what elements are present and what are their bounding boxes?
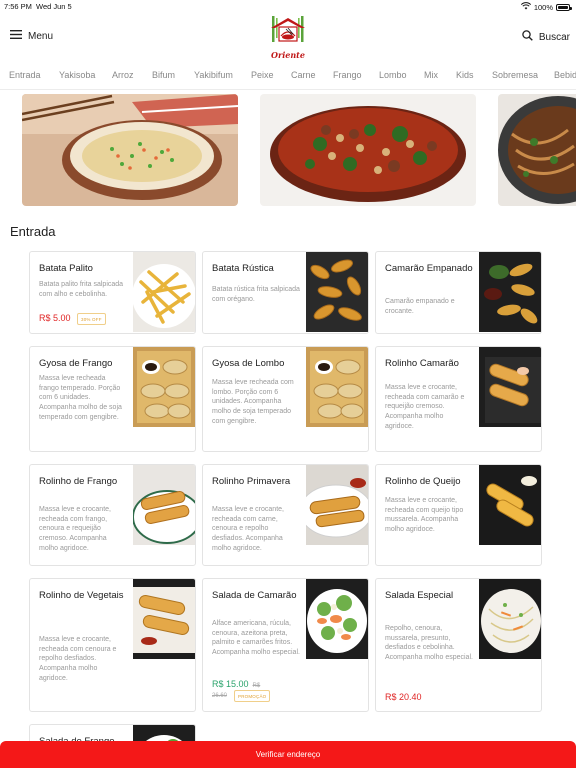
banner-stir-fry[interactable]	[260, 94, 476, 206]
battery-percent: 100%	[533, 2, 553, 12]
wifi-icon	[520, 2, 531, 12]
product-image	[306, 579, 368, 659]
old-price-value: 26.60	[212, 693, 228, 699]
product-card-rolinho-queijo[interactable]: Rolinho de Queijo Massa leve e crocante,…	[375, 464, 542, 566]
product-card-rolinho-vegetais[interactable]: Rolinho de Vegetais Massa leve e crocant…	[29, 578, 196, 712]
tab-bebidas[interactable]: Bebidas	[554, 70, 576, 80]
product-description: Batata rústica frita salpicada com oréga…	[212, 286, 300, 303]
product-name: Batata Rústica	[212, 263, 274, 274]
product-name: Rolinho de Queijo	[385, 476, 461, 487]
tab-frango[interactable]: Frango	[333, 70, 362, 80]
product-image	[479, 579, 541, 659]
product-name: Salada de Camarão	[212, 590, 297, 601]
product-name: Rolinho de Vegetais	[39, 590, 124, 601]
product-name: Camarão Empanado	[385, 263, 473, 274]
product-image	[306, 465, 368, 545]
product-image	[133, 252, 195, 332]
promo-price: R$ 15.00	[212, 679, 249, 689]
product-description: Camarão empanado e crocante.	[385, 298, 455, 315]
product-description: Alface americana, rúcula, cenoura, azeit…	[212, 620, 300, 656]
app-header: Menu Oriente Buscar	[0, 12, 576, 64]
tab-peixe[interactable]: Peixe	[251, 70, 274, 80]
product-name: Rolinho Primavera	[212, 476, 291, 487]
product-image	[479, 347, 541, 427]
battery-icon	[556, 3, 572, 11]
tab-arroz[interactable]: Arroz	[112, 70, 134, 80]
tab-lombo[interactable]: Lombo	[379, 70, 407, 80]
promo-badge: PROMOÇÃO	[234, 690, 271, 702]
product-description: Massa leve recheada frango temperado. Po…	[39, 375, 122, 421]
product-price: R$ 5.00	[39, 313, 71, 323]
product-description: Massa leve e crocante, recheada com cama…	[385, 384, 465, 430]
menu-button[interactable]: Menu	[10, 30, 53, 42]
tab-yakisoba[interactable]: Yakisoba	[59, 70, 95, 80]
product-card-batata-palito[interactable]: Batata Palito Batata palito frita salpic…	[29, 251, 196, 334]
search-label: Buscar	[538, 31, 570, 43]
product-image	[133, 579, 195, 659]
tabs-divider	[0, 89, 576, 90]
tab-yakibifum[interactable]: Yakibifum	[194, 70, 233, 80]
product-name: Gyosa de Frango	[39, 358, 113, 369]
status-bar: 7:56 PM Wed Jun 5 100%	[0, 0, 576, 12]
tab-mix[interactable]: Mix	[424, 70, 438, 80]
product-image	[479, 252, 541, 332]
tab-bifum[interactable]: Bifum	[152, 70, 175, 80]
product-image	[133, 347, 195, 427]
product-card-gyosa-lombo[interactable]: Gyosa de Lombo Massa leve recheada com l…	[202, 346, 369, 452]
banner-fried-rice[interactable]	[22, 94, 238, 206]
product-description: Massa leve e crocante, recheada com ceno…	[39, 636, 117, 682]
product-card-salada-camarao[interactable]: Salada de Camarão Alface americana, rúcu…	[202, 578, 369, 712]
product-image	[479, 465, 541, 545]
section-title: Entrada	[10, 224, 56, 239]
product-card-salada-especial[interactable]: Salada Especial Repolho, cenoura, mussar…	[375, 578, 542, 712]
tab-carne[interactable]: Carne	[291, 70, 316, 80]
banner-noodles[interactable]	[498, 94, 576, 206]
status-time: 7:56 PM	[4, 2, 32, 11]
product-card-rolinho-primavera[interactable]: Rolinho Primavera Massa leve e crocante,…	[202, 464, 369, 566]
product-card-camarao-empanado[interactable]: Camarão Empanado Camarão empanado e croc…	[375, 251, 542, 334]
product-image	[133, 465, 195, 545]
discount-badge: 30% OFF	[77, 313, 106, 325]
product-description: Massa leve e crocante, recheada com quei…	[385, 497, 464, 533]
product-name: Rolinho de Frango	[39, 476, 118, 487]
restaurant-logo[interactable]: Oriente	[268, 14, 308, 62]
hamburger-icon	[10, 30, 22, 42]
product-description: Massa leve e crocante, recheada com carn…	[212, 506, 284, 552]
status-date: Wed Jun 5	[36, 2, 72, 11]
verify-address-button[interactable]: Verificar endereço	[0, 741, 576, 768]
product-name: Batata Palito	[39, 263, 93, 274]
old-price-currency: R$	[252, 683, 261, 689]
product-price: R$ 15.00 R$	[212, 679, 260, 689]
product-image	[306, 252, 368, 332]
product-description: Repolho, cenoura, mussarela, presunto, d…	[385, 625, 473, 661]
product-name: Gyosa de Lombo	[212, 358, 285, 369]
logo-text: Oriente	[271, 50, 305, 60]
tab-sobremesa[interactable]: Sobremesa	[492, 70, 538, 80]
product-card-rolinho-frango[interactable]: Rolinho de Frango Massa leve e crocante,…	[29, 464, 196, 566]
tab-kids[interactable]: Kids	[456, 70, 474, 80]
product-description: Batata palito frita salpicada com alho e…	[39, 281, 124, 298]
tab-entrada[interactable]: Entrada	[9, 70, 41, 80]
product-card-gyosa-frango[interactable]: Gyosa de Frango Massa leve recheada fran…	[29, 346, 196, 452]
product-card-rolinho-camarao[interactable]: Rolinho Camarão Massa leve e crocante, r…	[375, 346, 542, 452]
product-price: R$ 20.40	[385, 692, 422, 702]
product-card-batata-rustica[interactable]: Batata Rústica Batata rústica frita salp…	[202, 251, 369, 334]
product-description: Massa leve recheada com lombo. Porção co…	[212, 379, 294, 425]
search-button[interactable]: Buscar	[522, 30, 570, 44]
product-image	[306, 347, 368, 427]
menu-label: Menu	[28, 30, 54, 42]
product-description: Massa leve e crocante, recheada com fran…	[39, 506, 111, 552]
search-icon	[522, 30, 533, 44]
product-name: Salada Especial	[385, 590, 454, 601]
category-tabs: Entrada Yakisoba Arroz Bifum Yakibifum P…	[0, 66, 576, 88]
product-name: Rolinho Camarão	[385, 358, 459, 369]
